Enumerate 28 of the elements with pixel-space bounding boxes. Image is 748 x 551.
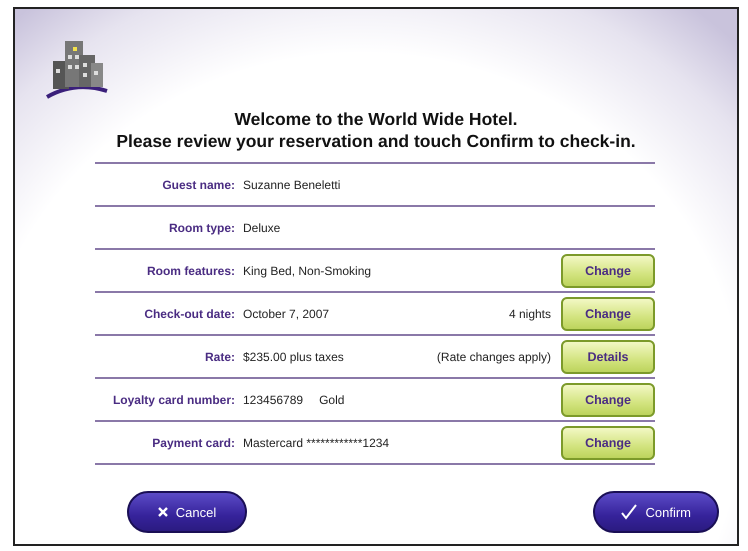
field-note: 4 nights: [508, 306, 551, 320]
field-label: Loyalty card number:: [112, 392, 236, 406]
field-value: 123456789: [243, 392, 304, 406]
field-value: Suzanne Beneletti: [243, 178, 340, 192]
field-label: Guest name:: [161, 178, 236, 192]
field-value: King Bed, Non-Smoking: [243, 264, 372, 278]
field-label: Rate:: [204, 350, 236, 364]
change-button[interactable]: Change: [561, 426, 655, 460]
field-label: Check-out date:: [143, 306, 236, 320]
heading-text: Welcome to the World Wide Hotel.: [233, 108, 519, 130]
check-icon: [621, 504, 638, 520]
change-button[interactable]: Change: [561, 254, 655, 288]
cancel-button[interactable]: Cancel: [127, 491, 247, 533]
change-button[interactable]: Change: [561, 296, 655, 330]
close-icon: [158, 507, 168, 517]
field-note: (Rate changes apply): [436, 350, 551, 364]
field-label: Room features:: [146, 264, 236, 278]
field-label: Room type:: [168, 220, 236, 234]
field-value: Deluxe: [243, 220, 280, 234]
confirm-button[interactable]: Confirm: [593, 491, 719, 533]
change-button[interactable]: Details: [561, 340, 655, 374]
field-label: Payment card:: [151, 436, 236, 450]
heading-text: Please review your reservation and touch Confirm to check-in.: [115, 130, 637, 152]
change-button[interactable]: Change: [561, 382, 655, 416]
field-value: Gold: [319, 392, 344, 406]
field-value: Mastercard ************1234: [243, 436, 390, 450]
field-value: October 7, 2007: [243, 306, 330, 320]
field-value: $235.00 plus taxes: [243, 350, 344, 364]
